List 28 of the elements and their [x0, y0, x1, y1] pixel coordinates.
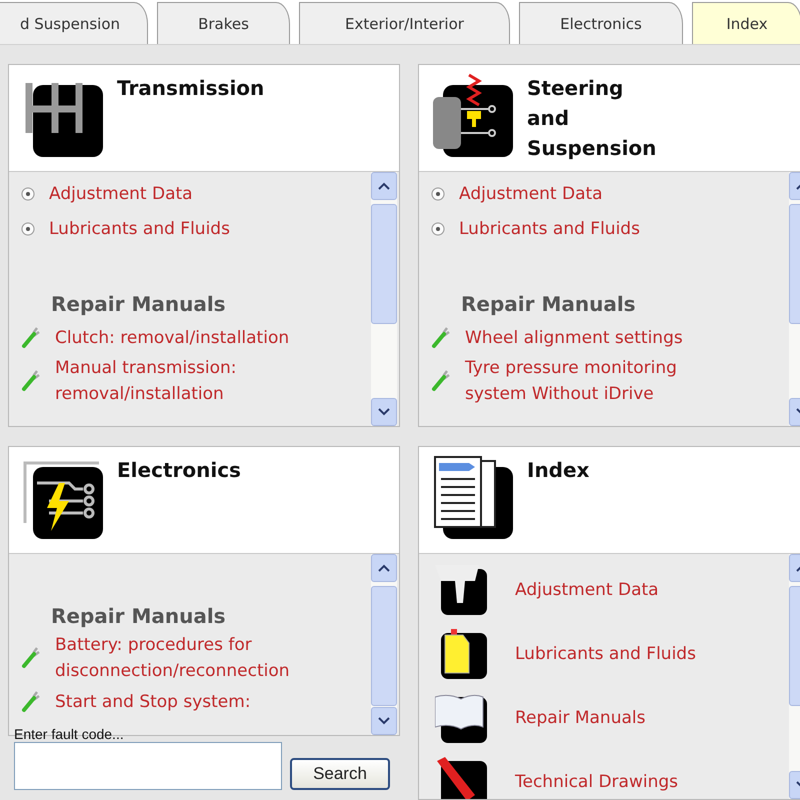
link[interactable]: Technical Drawings — [515, 769, 678, 795]
tab[interactable]: Index — [692, 2, 800, 44]
link[interactable]: Start and Stop system: — [55, 688, 251, 714]
link[interactable]: Lubricants and Fluids — [49, 216, 230, 242]
link[interactable]: Battery: procedures for disconnection/reconnection — [55, 632, 317, 684]
link[interactable]: Wheel alignment settings — [465, 324, 683, 350]
link[interactable]: Adjustment Data — [49, 180, 193, 206]
link[interactable]: Repair Manuals — [515, 705, 646, 731]
tab[interactable]: d Suspension — [0, 2, 148, 44]
panel-title: Electronics — [117, 457, 241, 484]
search-button[interactable]: Search — [290, 758, 390, 790]
link[interactable]: Manual transmission: removal/installation — [55, 355, 317, 407]
link[interactable]: Adjustment Data — [515, 577, 659, 603]
section-heading: Repair Manuals — [460, 291, 637, 318]
link[interactable]: Lubricants and Fluids — [459, 216, 640, 242]
tab[interactable]: Brakes — [157, 2, 290, 44]
link[interactable]: Lubricants and Fluids — [515, 641, 696, 667]
link[interactable]: Adjustment Data — [459, 180, 603, 206]
panel-title: Steering and Suspension — [527, 75, 656, 162]
panel-title: Transmission — [117, 75, 264, 102]
section-heading: Repair Manuals — [50, 603, 227, 630]
tab[interactable]: Exterior/Interior — [299, 2, 510, 44]
panel-title: Index — [527, 457, 590, 484]
section-heading: Repair Manuals — [50, 291, 227, 318]
link[interactable]: Clutch: removal/installation — [55, 324, 290, 350]
link[interactable]: Tyre pressure monitoring system Without iDrive — [465, 355, 727, 407]
field-label: Enter fault code... — [14, 726, 125, 742]
tab[interactable]: Electronics — [519, 2, 683, 44]
